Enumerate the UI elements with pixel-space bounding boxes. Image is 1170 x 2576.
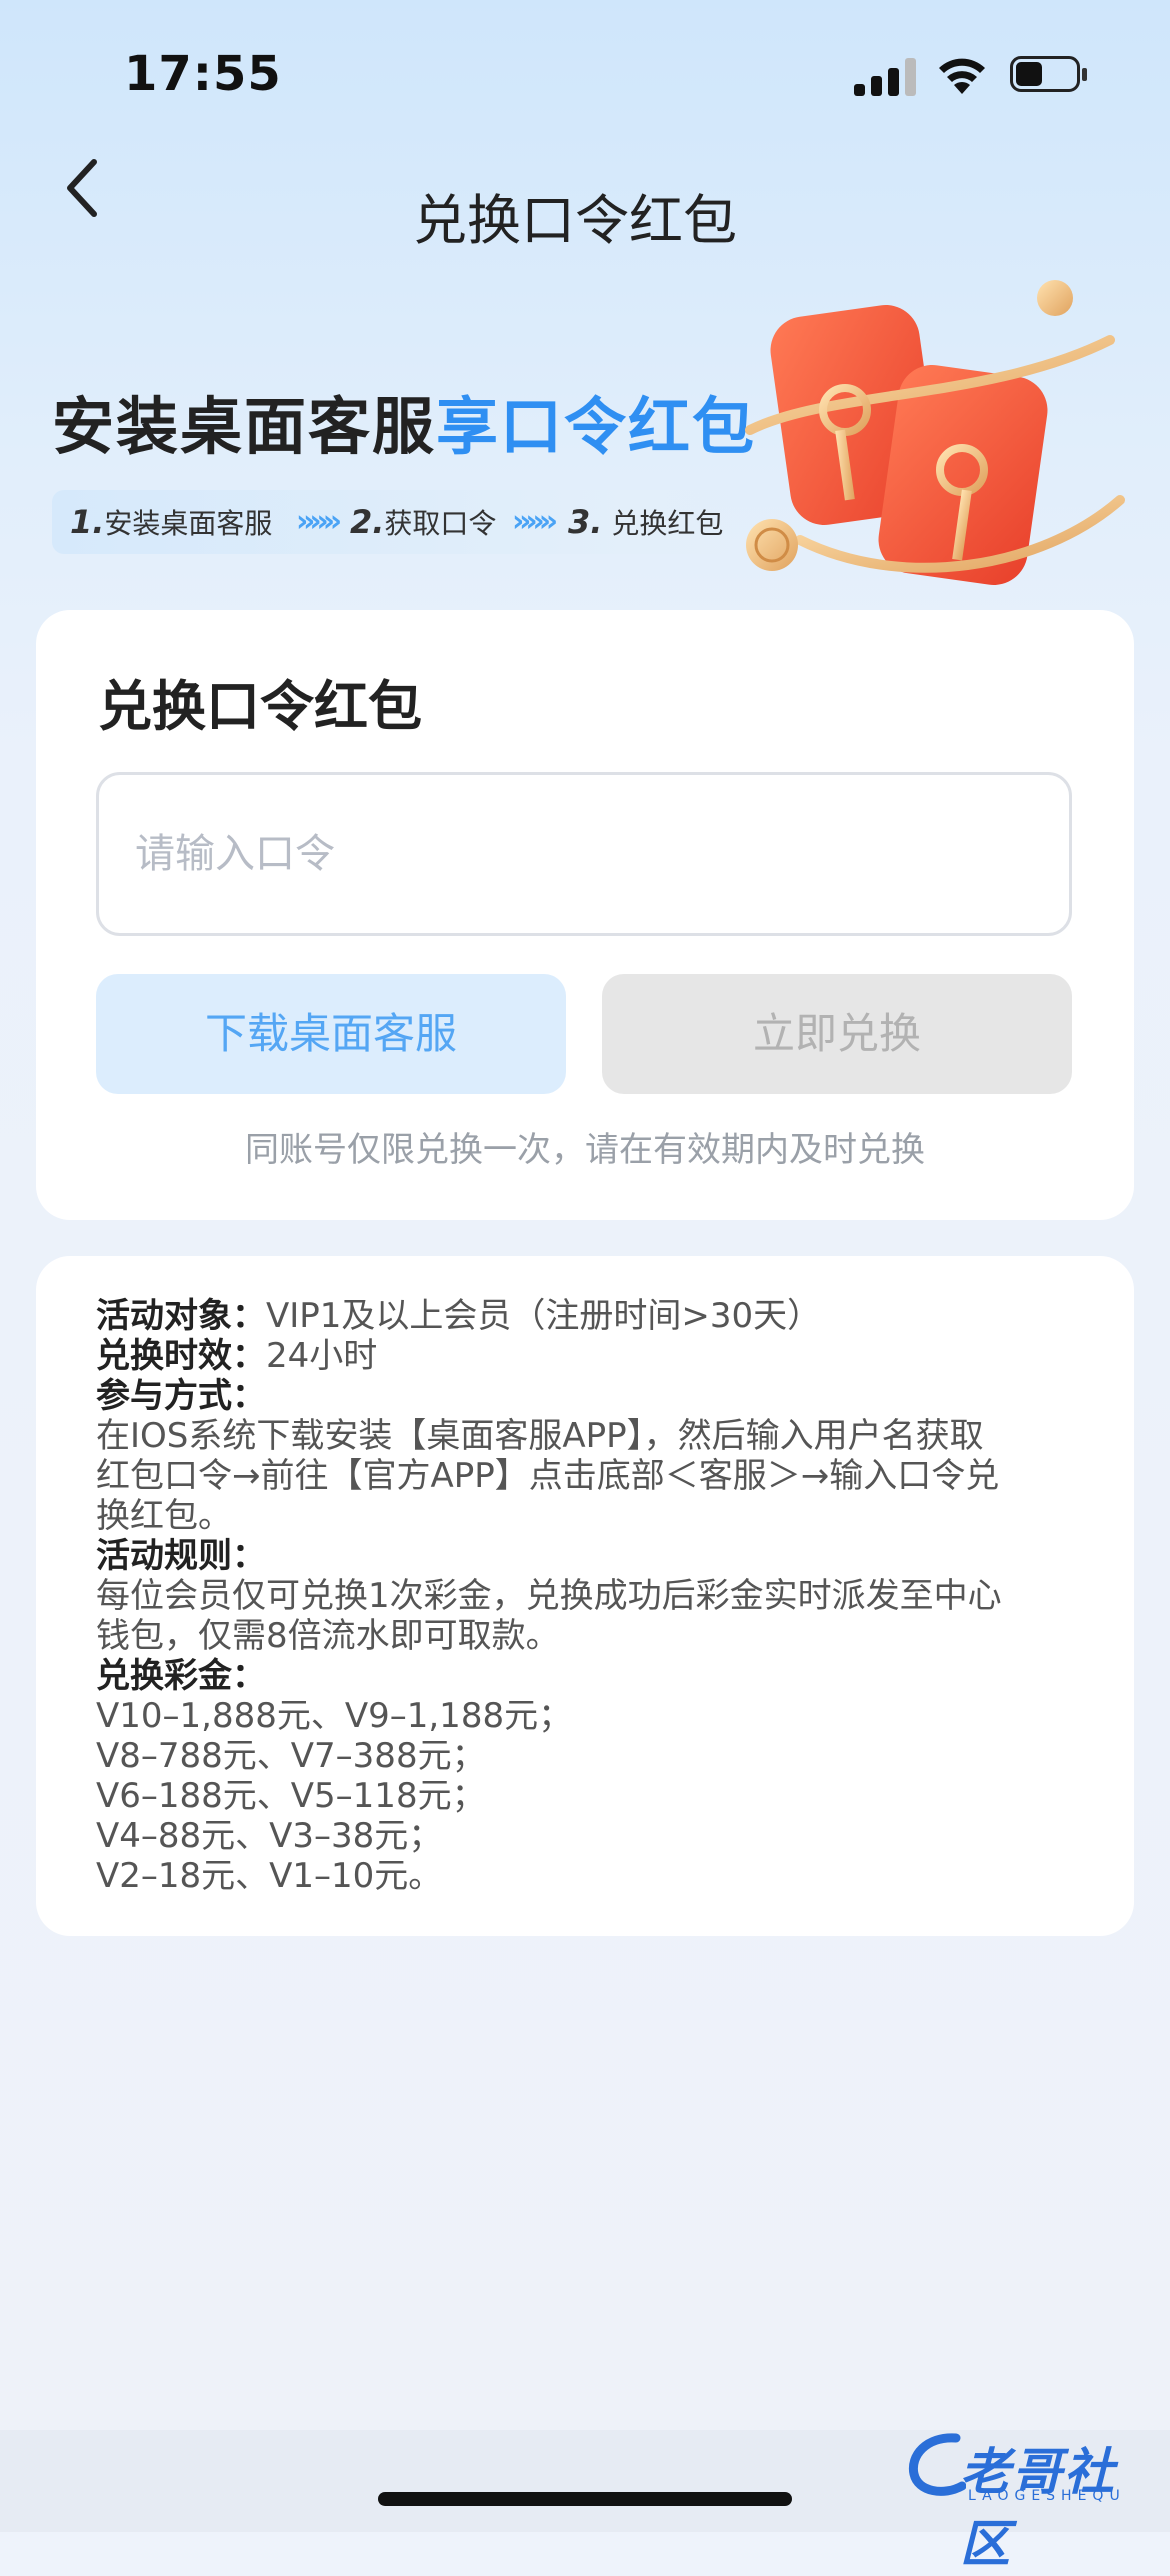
rule-rules-line: 钱包，仅需8倍流水即可取款。 <box>96 1616 560 1656</box>
step-3-label: 兑换红包 <box>611 507 724 540</box>
cellular-signal-icon <box>854 58 916 96</box>
redeem-card-title: 兑换口令红包 <box>98 675 422 738</box>
rule-method-line: 换红包。 <box>96 1496 232 1536</box>
wifi-icon <box>939 58 985 94</box>
rule-method-label: 参与方式： <box>96 1376 266 1416</box>
rule-validity: 兑换时效：24小时 <box>96 1336 1096 1376</box>
rule-method-line: 红包口令→前往【官方APP】点击底部＜客服＞→输入口令兑 <box>96 1456 1000 1496</box>
banner-title: 安装桌面客服享口令红包 <box>52 376 756 466</box>
rule-bonus-line: V6–188元、V5–118元； <box>96 1776 486 1816</box>
step-3: 3. 兑换红包 <box>568 490 723 556</box>
step-chevron-icon: »»» <box>296 504 342 539</box>
rule-bonus-line: V8–788元、V7–388元； <box>96 1736 486 1776</box>
rule-bonus-line: V4–88元、V3–38元； <box>96 1816 443 1856</box>
step-chevron-icon: »»» <box>512 504 558 539</box>
step-1-number: 1. <box>70 503 105 541</box>
rule-target-value: VIP1及以上会员（注册时间>30天） <box>266 1296 822 1336</box>
redeem-note: 同账号仅限兑换一次，请在有效期内及时兑换 <box>245 1130 925 1170</box>
rules-text: 活动对象：VIP1及以上会员（注册时间>30天） 兑换时效：24小时 参与方式：… <box>96 1296 1096 1896</box>
redeem-now-button[interactable]: 立即兑换 <box>602 974 1072 1094</box>
steps-bar: 1.安装桌面客服 »»» 2.获取口令 »»» 3. 兑换红包 <box>52 490 772 554</box>
rule-target: 活动对象：VIP1及以上会员（注册时间>30天） <box>96 1296 1096 1336</box>
status-bar: 17:55 <box>0 0 1170 150</box>
rule-target-label: 活动对象： <box>96 1296 266 1336</box>
rule-rules-line: 每位会员仅可兑换1次彩金，兑换成功后彩金实时派发至中心 <box>96 1576 1002 1616</box>
rule-method-line: 在IOS系统下载安装【桌面客服APP】，然后输入用户名获取 <box>96 1416 984 1456</box>
watermark-logo: 老哥社区 LAOGESHEQU <box>906 2424 1156 2573</box>
dragon-logo-icon <box>908 2433 966 2496</box>
banner-title-highlight: 享口令红包 <box>436 390 757 463</box>
rule-bonus-label: 兑换彩金： <box>96 1656 266 1696</box>
rule-bonus-line: V2–18元、V1–10元。 <box>96 1856 443 1896</box>
step-2-label: 获取口令 <box>384 507 497 540</box>
redeem-card: 兑换口令红包 下载桌面客服 立即兑换 同账号仅限兑换一次，请在有效期内及时兑换 <box>36 610 1134 1220</box>
status-time: 17:55 <box>124 46 282 102</box>
step-1: 1.安装桌面客服 <box>70 490 272 556</box>
step-3-number: 3. <box>568 503 603 541</box>
step-2: 2.获取口令 <box>350 490 496 556</box>
watermark-subtext: LAOGESHEQU <box>968 2488 1126 2504</box>
rule-rules-label: 活动规则： <box>96 1536 266 1576</box>
step-1-label: 安装桌面客服 <box>104 507 273 540</box>
rule-validity-value: 24小时 <box>266 1336 378 1376</box>
banner-title-main: 安装桌面客服 <box>52 390 437 463</box>
promo-banner: 安装桌面客服享口令红包 1.安装桌面客服 »»» 2.获取口令 »»» 3. 兑… <box>0 280 1170 630</box>
rules-card: 活动对象：VIP1及以上会员（注册时间>30天） 兑换时效：24小时 参与方式：… <box>36 1256 1134 1936</box>
download-desktop-service-button[interactable]: 下载桌面客服 <box>96 974 566 1094</box>
rule-validity-label: 兑换时效： <box>96 1336 266 1376</box>
watermark-text: 老哥社区 <box>960 2443 1116 2573</box>
nav-bar: 兑换口令红包 <box>0 140 1170 270</box>
code-input[interactable] <box>96 772 1072 936</box>
battery-icon <box>1010 56 1088 94</box>
rule-bonus-line: V10–1,888元、V9–1,188元； <box>96 1696 573 1736</box>
step-2-number: 2. <box>350 503 385 541</box>
red-envelope-illustration <box>745 280 1125 586</box>
page-title: 兑换口令红包 <box>413 189 737 252</box>
home-indicator[interactable] <box>378 2492 792 2506</box>
